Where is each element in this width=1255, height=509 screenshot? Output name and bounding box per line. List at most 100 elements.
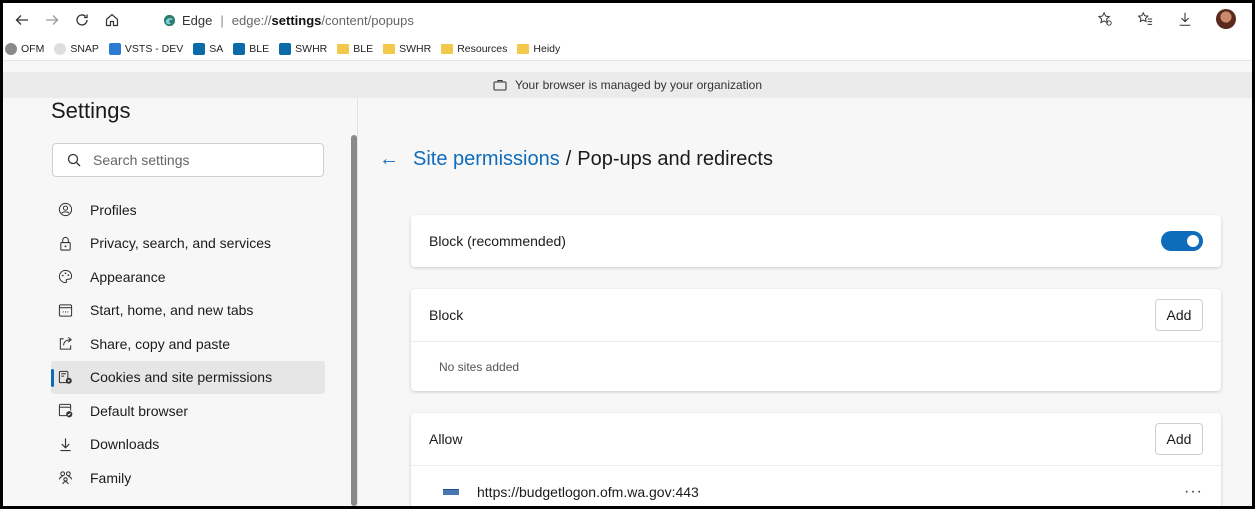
block-recommended-label: Block (recommended) bbox=[429, 233, 566, 249]
block-recommended-card: Block (recommended) bbox=[411, 215, 1221, 267]
add-favorite-button[interactable] bbox=[1096, 10, 1114, 28]
favorite-item[interactable]: Resources bbox=[441, 43, 507, 55]
sidebar-item-share[interactable]: Share, copy and paste bbox=[51, 327, 325, 361]
favorites-button[interactable] bbox=[1136, 10, 1154, 28]
block-header-row: Block Add bbox=[411, 289, 1221, 341]
sidebar-item-downloads[interactable]: Downloads bbox=[51, 428, 325, 462]
newtab-icon bbox=[57, 302, 73, 318]
default-browser-icon bbox=[57, 403, 73, 419]
breadcrumb: ← Site permissions / Pop-ups and redirec… bbox=[379, 148, 773, 171]
sidebar-item-label: Profiles bbox=[90, 201, 137, 218]
breadcrumb-site-permissions-link[interactable]: Site permissions bbox=[413, 148, 560, 171]
favorite-label: SWHR bbox=[295, 42, 328, 55]
search-placeholder: Search settings bbox=[93, 152, 190, 168]
managed-banner-text: Your browser is managed by your organiza… bbox=[514, 78, 763, 92]
globe-icon bbox=[5, 42, 17, 55]
sharepoint-icon bbox=[279, 42, 292, 55]
block-add-button[interactable]: Add bbox=[1155, 299, 1203, 331]
allowed-site-url: https://budgetlogon.ofm.wa.gov:443 bbox=[477, 483, 699, 500]
more-options-button[interactable]: ··· bbox=[1184, 483, 1203, 501]
sidebar-item-default-browser[interactable]: Default browser bbox=[51, 394, 325, 428]
url-path: /content/popups bbox=[321, 12, 414, 28]
allow-add-button[interactable]: Add bbox=[1155, 423, 1203, 455]
favorite-item[interactable]: SWHR bbox=[279, 42, 328, 55]
profile-avatar[interactable] bbox=[1216, 9, 1236, 29]
sidebar-item-label: Default browser bbox=[90, 402, 189, 419]
favorite-item[interactable]: OFM bbox=[5, 42, 44, 55]
refresh-button[interactable] bbox=[71, 9, 93, 31]
block-card: Block Add No sites added bbox=[411, 289, 1221, 391]
lock-icon bbox=[57, 235, 73, 251]
vsts-icon bbox=[108, 42, 121, 55]
allow-title: Allow bbox=[429, 431, 463, 447]
briefcase-icon bbox=[493, 79, 507, 91]
site-favicon-icon bbox=[443, 488, 459, 495]
sidebar-item-appearance[interactable]: Appearance bbox=[51, 260, 325, 294]
browser-brand: Edge bbox=[182, 12, 213, 28]
star-add-icon bbox=[1097, 11, 1112, 26]
sidebar-item-profiles[interactable]: Profiles bbox=[51, 193, 325, 227]
folder-icon bbox=[441, 43, 454, 54]
browser-window: Edge | edge://settings/content/popups OF… bbox=[3, 3, 1252, 506]
favorite-label: Resources bbox=[457, 42, 508, 55]
url-host: edge:// bbox=[231, 12, 272, 28]
favorite-label: SWHR bbox=[399, 42, 432, 55]
folder-icon bbox=[383, 43, 396, 54]
favorite-item[interactable]: BLE bbox=[233, 42, 270, 55]
address-field[interactable]: Edge | edge://settings/content/popups bbox=[163, 9, 414, 31]
favorite-label: VSTS - DEV bbox=[124, 42, 184, 55]
palette-icon bbox=[57, 269, 73, 285]
sidebar-item-label: Downloads bbox=[90, 436, 160, 453]
search-input[interactable]: Search settings bbox=[52, 143, 324, 177]
url-bold: settings bbox=[271, 12, 322, 28]
sidebar-item-label: Appearance bbox=[90, 268, 166, 285]
forward-button[interactable] bbox=[41, 9, 63, 31]
allow-site-row: https://budgetlogon.ofm.wa.gov:443 ··· bbox=[411, 465, 1221, 506]
back-button[interactable] bbox=[11, 9, 33, 31]
profile-icon bbox=[57, 202, 73, 218]
favorite-item[interactable]: SA bbox=[193, 42, 224, 55]
download-icon bbox=[1179, 12, 1191, 26]
toolbar-right bbox=[1096, 9, 1236, 29]
settings-title: Settings bbox=[51, 98, 131, 123]
favorite-label: SA bbox=[209, 42, 224, 55]
sidebar-item-privacy[interactable]: Privacy, search, and services bbox=[51, 227, 325, 261]
forward-arrow-icon bbox=[46, 15, 59, 25]
sidebar-item-family[interactable]: Family bbox=[51, 461, 325, 495]
back-arrow-icon[interactable]: ← bbox=[379, 148, 399, 171]
sidebar-item-label: Privacy, search, and services bbox=[90, 235, 272, 252]
favorite-item[interactable]: SWHR bbox=[383, 43, 431, 55]
share-icon bbox=[57, 336, 73, 352]
sharepoint-icon bbox=[233, 42, 246, 55]
favorite-item[interactable]: VSTS - DEV bbox=[108, 42, 184, 55]
sharepoint-icon bbox=[193, 42, 206, 55]
favorite-item[interactable]: SNAP bbox=[54, 42, 99, 55]
home-button[interactable] bbox=[101, 9, 123, 31]
folder-icon bbox=[517, 43, 530, 54]
settings-sidebar: Settings Search settings Profiles Privac… bbox=[3, 98, 358, 506]
block-recommended-toggle[interactable] bbox=[1161, 231, 1203, 251]
download-icon bbox=[57, 436, 73, 452]
allow-card: Allow Add https://budgetlogon.ofm.wa.gov… bbox=[411, 413, 1221, 506]
block-recommended-row: Block (recommended) bbox=[411, 215, 1221, 267]
edge-logo-icon bbox=[163, 14, 176, 26]
breadcrumb-separator: / bbox=[565, 148, 572, 170]
block-title: Block bbox=[429, 307, 464, 323]
sidebar-item-start-home[interactable]: Start, home, and new tabs bbox=[51, 294, 325, 328]
sidebar-item-cookies[interactable]: Cookies and site permissions bbox=[51, 360, 325, 394]
favorites-list-icon bbox=[1137, 11, 1153, 25]
sidebar-scrollbar[interactable] bbox=[351, 135, 357, 506]
favorite-label: BLE bbox=[249, 42, 270, 55]
sidebar-item-label: Family bbox=[90, 469, 132, 486]
favorite-label: BLE bbox=[353, 42, 374, 55]
favorites-bar: OFM SNAP VSTS - DEV SA BLE SWHR BLE SWHR… bbox=[3, 37, 1252, 61]
favorite-item[interactable]: BLE bbox=[337, 43, 373, 55]
favorite-label: SNAP bbox=[70, 42, 99, 55]
allow-header-row: Allow Add bbox=[411, 413, 1221, 465]
family-icon bbox=[57, 470, 73, 486]
downloads-button[interactable] bbox=[1176, 10, 1194, 28]
url-separator: | bbox=[220, 12, 224, 28]
sidebar-item-label: Cookies and site permissions bbox=[90, 369, 273, 386]
favorite-label: Heidy bbox=[533, 42, 561, 55]
favorite-item[interactable]: Heidy bbox=[517, 43, 560, 55]
